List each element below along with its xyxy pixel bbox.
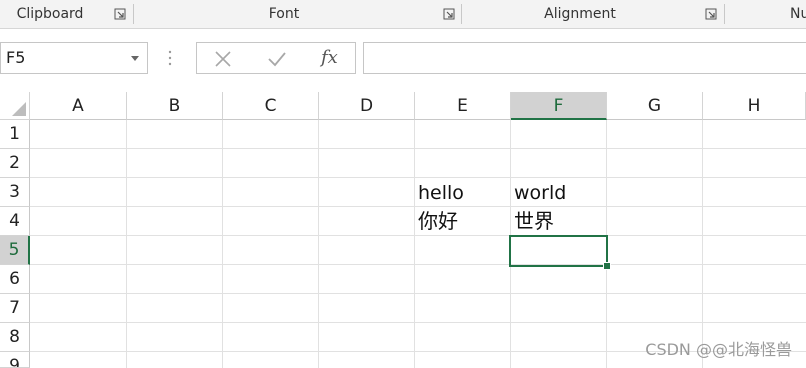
- gridline: [30, 235, 806, 236]
- column-header-d[interactable]: D: [319, 92, 415, 120]
- row-header-9[interactable]: 9: [0, 352, 30, 368]
- formula-controls: fx: [196, 42, 356, 74]
- ribbon-group-font: Font: [134, 0, 434, 28]
- ribbon-group-alignment-label: Alignment: [544, 6, 616, 22]
- column-header-h[interactable]: H: [703, 92, 806, 120]
- ribbon-group-bar: Clipboard Font Alignment Nu: [0, 0, 806, 29]
- row-header-4[interactable]: 4: [0, 207, 30, 236]
- gridline: [318, 120, 319, 368]
- gridline: [30, 148, 806, 149]
- gridline: [702, 120, 703, 368]
- column-header-g[interactable]: G: [607, 92, 703, 120]
- watermark-text: CSDN @@北海怪兽: [645, 340, 792, 359]
- ribbon-group-number-label: Nu: [790, 6, 806, 22]
- row-header-1[interactable]: 1: [0, 120, 30, 149]
- gridline: [30, 322, 806, 323]
- column-header-b[interactable]: B: [127, 92, 223, 120]
- row-header-5[interactable]: 5: [0, 236, 30, 265]
- column-header-e[interactable]: E: [415, 92, 511, 120]
- column-header-f[interactable]: F: [511, 92, 607, 120]
- worksheet-grid: A B C D E F G H 1 2 3 4 5 6 7 8 9 hello …: [0, 92, 806, 368]
- dialog-launcher-icon[interactable]: [114, 8, 126, 20]
- row-header-7[interactable]: 7: [0, 294, 30, 323]
- column-header-a[interactable]: A: [30, 92, 127, 120]
- ribbon-group-clipboard-label: Clipboard: [16, 6, 84, 22]
- select-all-button[interactable]: [0, 92, 30, 120]
- row-header-6[interactable]: 6: [0, 265, 30, 294]
- insert-function-button[interactable]: fx: [321, 47, 338, 68]
- cell-e4[interactable]: 你好: [414, 207, 510, 235]
- column-header-c[interactable]: C: [223, 92, 319, 120]
- row-header-8[interactable]: 8: [0, 323, 30, 352]
- ribbon-group-font-label: Font: [268, 6, 300, 22]
- ribbon-group-alignment: Alignment: [462, 0, 698, 28]
- select-all-triangle-icon: [12, 102, 26, 116]
- check-icon[interactable]: [267, 50, 287, 68]
- active-cell-f5[interactable]: [509, 235, 608, 267]
- ribbon-separator: [724, 4, 725, 24]
- gridline: [30, 264, 806, 265]
- row-header-2[interactable]: 2: [0, 149, 30, 178]
- row-header-3[interactable]: 3: [0, 178, 30, 207]
- close-icon[interactable]: [214, 50, 232, 68]
- dialog-launcher-icon[interactable]: [705, 8, 717, 20]
- ribbon-group-clipboard: Clipboard: [0, 0, 100, 28]
- dialog-launcher-icon[interactable]: [443, 8, 455, 20]
- cell-f3[interactable]: world: [510, 179, 606, 207]
- chevron-down-icon[interactable]: [131, 56, 139, 61]
- formula-bar: F5 fx: [0, 29, 806, 92]
- formula-input[interactable]: [363, 42, 806, 74]
- gridline: [30, 293, 806, 294]
- cell-e3[interactable]: hello: [414, 179, 510, 207]
- fill-handle[interactable]: [603, 262, 611, 270]
- name-box-value: F5: [6, 48, 26, 67]
- ribbon-group-number: Nu: [790, 0, 806, 28]
- cell-f4[interactable]: 世界: [510, 207, 606, 235]
- gridline: [30, 177, 806, 178]
- gridline: [126, 120, 127, 368]
- name-box[interactable]: F5: [0, 42, 148, 74]
- gridline: [222, 120, 223, 368]
- gridline: [414, 120, 415, 368]
- drag-handle-icon[interactable]: [168, 49, 172, 67]
